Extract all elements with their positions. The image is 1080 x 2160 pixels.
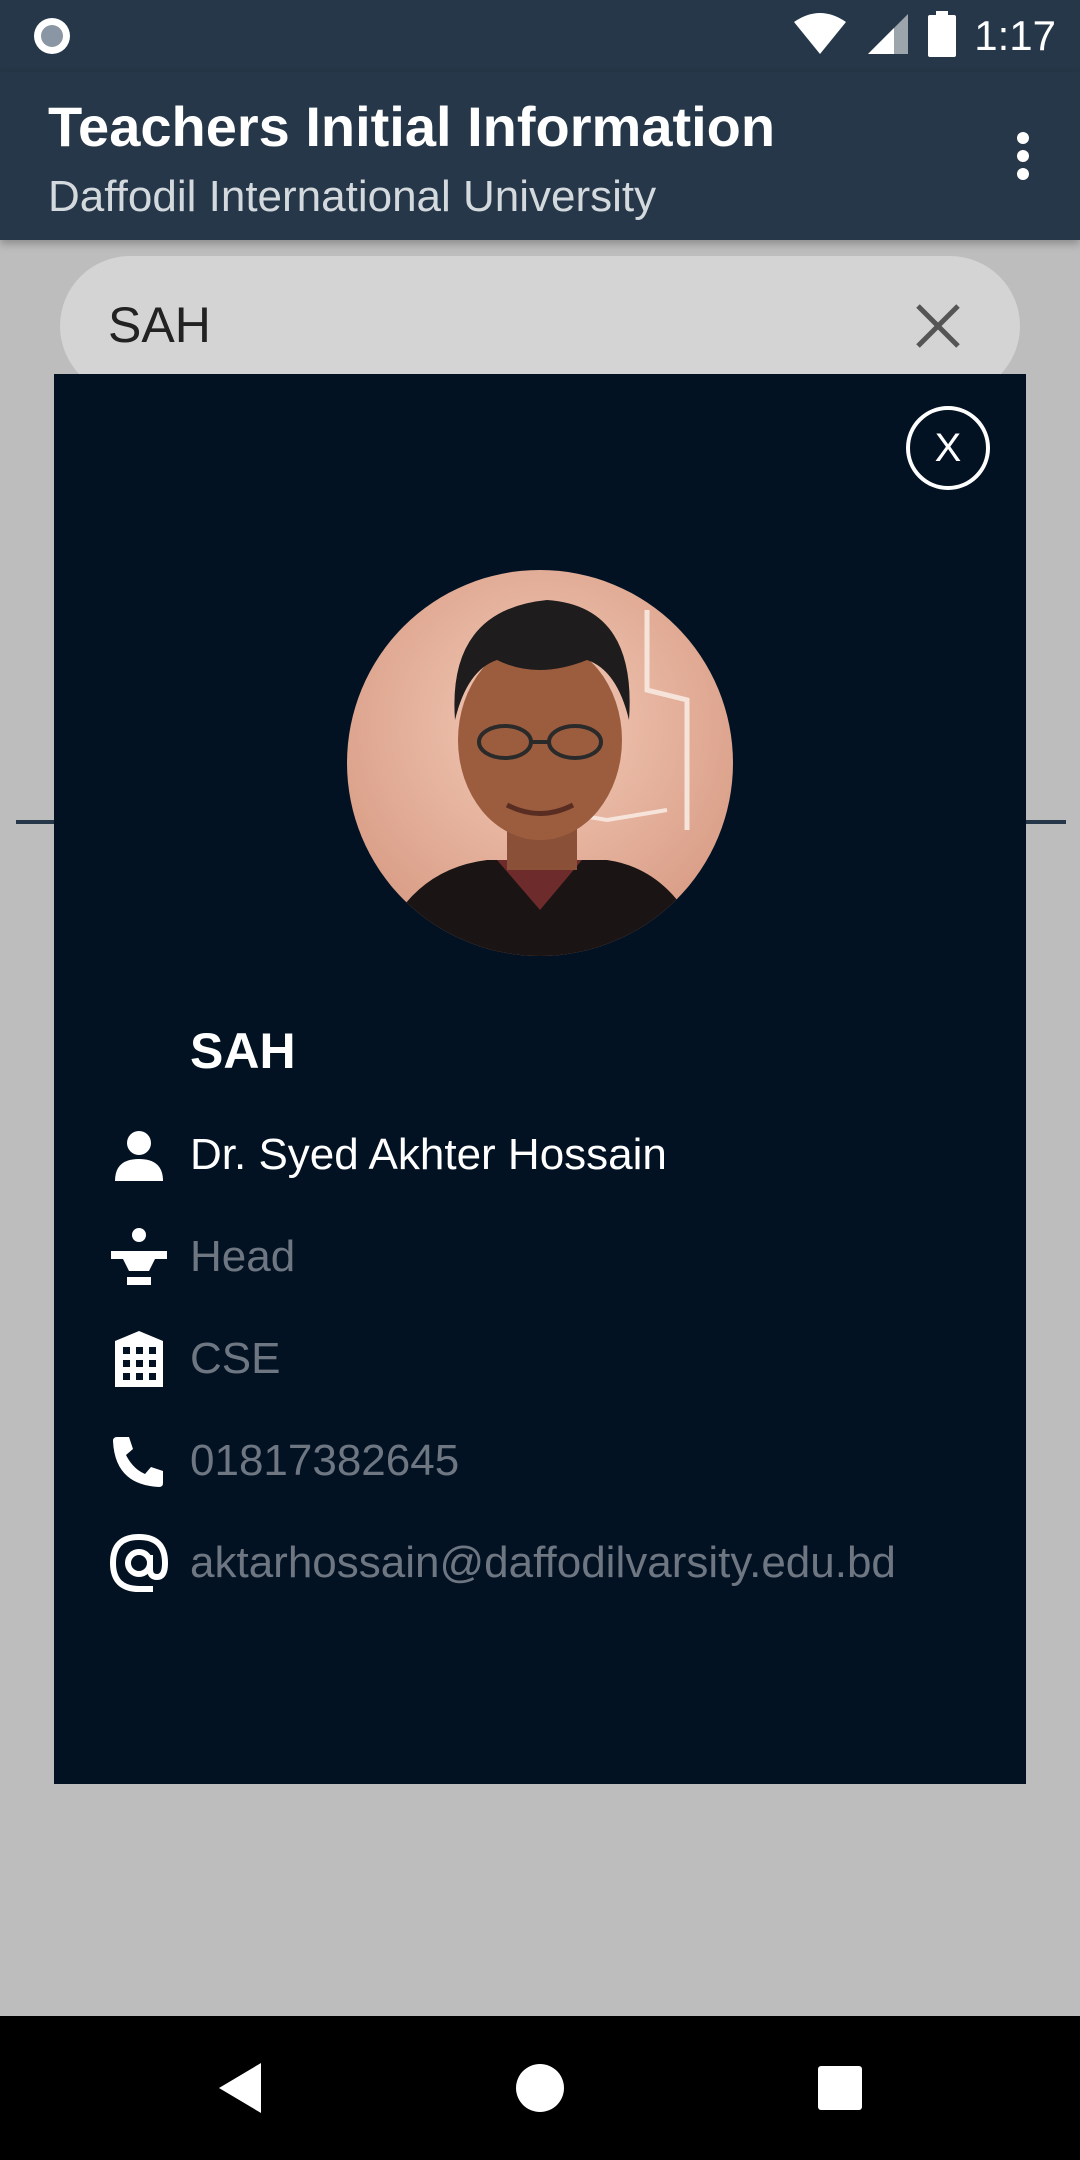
teacher-name: Dr. Syed Akhter Hossain bbox=[190, 1130, 667, 1179]
back-icon[interactable] bbox=[212, 2060, 268, 2116]
avatar bbox=[347, 570, 733, 956]
teacher-phone[interactable]: 01817382645 bbox=[190, 1436, 459, 1486]
teacher-short-code: SAH bbox=[190, 1023, 296, 1079]
recents-icon[interactable] bbox=[812, 2060, 868, 2116]
designation-row: Head bbox=[108, 1222, 295, 1292]
status-time: 1:17 bbox=[974, 12, 1056, 59]
status-bar: 1:17 bbox=[0, 0, 1080, 72]
teacher-name-row: Dr. Syed Akhter Hossain bbox=[108, 1120, 667, 1190]
designation-icon bbox=[108, 1226, 170, 1288]
teacher-info-dialog: X SAH Dr. Syed Akhter Hossain Head CSE 0… bbox=[54, 374, 1026, 1784]
overflow-menu-icon[interactable] bbox=[996, 124, 1050, 188]
dialog-close-button[interactable]: X bbox=[906, 406, 990, 490]
notification-circle-icon bbox=[32, 16, 72, 56]
signal-icon bbox=[866, 12, 910, 61]
teacher-email[interactable]: aktarhossain@daffodilvarsity.edu.bd bbox=[190, 1538, 896, 1588]
app-bar: Teachers Initial Information Daffodil In… bbox=[0, 72, 1080, 240]
close-icon[interactable] bbox=[910, 298, 966, 354]
teacher-department: CSE bbox=[190, 1334, 281, 1383]
department-row: CSE bbox=[108, 1324, 280, 1394]
wifi-icon bbox=[792, 12, 848, 61]
building-icon bbox=[108, 1328, 170, 1390]
background-divider bbox=[1026, 820, 1066, 824]
screen: 1:17 Teachers Initial Information Daffod… bbox=[0, 0, 1080, 2160]
teacher-designation: Head bbox=[190, 1232, 296, 1281]
phone-row[interactable]: 01817382645 bbox=[108, 1426, 459, 1496]
person-icon bbox=[108, 1124, 170, 1186]
status-icons: 1:17 bbox=[792, 8, 1056, 64]
search-input[interactable]: SAH bbox=[108, 296, 211, 354]
battery-icon bbox=[928, 10, 957, 62]
at-sign-icon bbox=[108, 1532, 170, 1594]
home-icon[interactable] bbox=[512, 2060, 568, 2116]
phone-icon bbox=[108, 1430, 170, 1492]
navigation-bar bbox=[0, 2016, 1080, 2160]
background-divider bbox=[16, 820, 56, 824]
app-subtitle: Daffodil International University bbox=[48, 172, 657, 221]
app-title: Teachers Initial Information bbox=[48, 95, 776, 158]
email-row[interactable]: aktarhossain@daffodilvarsity.edu.bd bbox=[108, 1528, 896, 1598]
